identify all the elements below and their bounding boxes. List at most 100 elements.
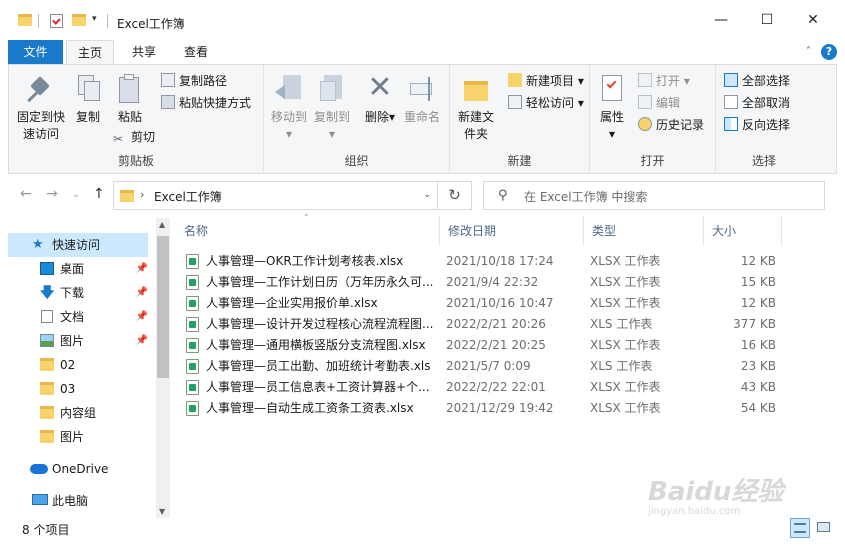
- move-to-icon: [273, 73, 305, 105]
- maximize-button[interactable]: ☐: [744, 8, 790, 32]
- column-header-date[interactable]: 修改日期: [440, 216, 584, 246]
- file-row[interactable]: 人事管理—设计开发过程核心流程流程图... 2022/2/21 20:26 XL…: [182, 314, 782, 335]
- new-item-button[interactable]: 新建项目 ▾: [508, 71, 584, 91]
- file-type: XLSX 工作表: [590, 296, 661, 310]
- nav-label: 桌面: [60, 262, 85, 276]
- nav-item-pictures-folder[interactable]: 图片: [8, 425, 148, 449]
- new-folder-button[interactable]: 新建文件夹: [454, 73, 498, 143]
- file-row[interactable]: 人事管理—员工信息表+工资计算器+个... 2022/2/22 22:01 XL…: [182, 377, 782, 398]
- close-button[interactable]: ✕: [790, 8, 836, 32]
- details-view-button[interactable]: [790, 518, 810, 538]
- column-header-size[interactable]: 大小: [704, 216, 782, 246]
- delete-button[interactable]: ✕ 删除▾: [362, 73, 398, 126]
- nav-item-folder-02[interactable]: 02: [8, 353, 148, 377]
- nav-item-quick-access[interactable]: ★ 快速访问: [8, 233, 148, 257]
- search-box[interactable]: ⚲ 在 Excel工作簿 中搜索: [483, 181, 825, 210]
- help-icon[interactable]: ?: [821, 44, 837, 60]
- folder-icon: [40, 406, 54, 419]
- properties-button[interactable]: 属性 ▾: [594, 73, 630, 143]
- customize-quick-access-icon[interactable]: ▾: [92, 14, 97, 24]
- scroll-down-icon[interactable]: ▼: [159, 507, 165, 516]
- cut-button[interactable]: ✂ 剪切: [113, 127, 155, 147]
- file-list: ˄ 名称 修改日期 类型 大小 人事管理—OKR工作计划考核表.xlsx 202…: [170, 214, 837, 518]
- excel-file-icon: [186, 401, 199, 416]
- nav-item-content-group[interactable]: 内容组: [8, 401, 148, 425]
- select-none-button[interactable]: 全部取消: [724, 93, 790, 113]
- move-to-button[interactable]: 移动到▾: [269, 73, 309, 143]
- paste-icon: [114, 73, 146, 105]
- nav-item-onedrive[interactable]: OneDrive: [8, 457, 148, 481]
- new-group: 新建文件夹 新建项目 ▾ 轻松访问 ▾ 新建: [450, 65, 590, 173]
- nav-item-pictures[interactable]: 图片 📌: [8, 329, 148, 353]
- history-button[interactable]: 历史记录: [638, 115, 704, 135]
- select-all-button[interactable]: 全部选择: [724, 71, 790, 91]
- pin-icon: [25, 73, 57, 105]
- file-row[interactable]: 人事管理—企业实用报价单.xlsx 2021/10/16 10:47 XLSX …: [182, 293, 782, 314]
- large-icons-view-icon: [817, 522, 830, 532]
- breadcrumb-current[interactable]: Excel工作簿: [154, 188, 222, 205]
- file-row[interactable]: 人事管理—自动生成工资条工资表.xlsx 2021/12/29 19:42 XL…: [182, 398, 782, 419]
- address-dropdown-icon[interactable]: ⌄: [423, 190, 431, 200]
- large-icons-view-button[interactable]: [814, 518, 834, 538]
- collapse-ribbon-icon[interactable]: ˄: [806, 46, 811, 57]
- pin-quick-access-button[interactable]: 固定到快速访问: [13, 73, 69, 143]
- file-row[interactable]: 人事管理—通用横板竖版分支流程图.xlsx 2022/2/21 20:25 XL…: [182, 335, 782, 356]
- recent-locations-chevron-icon[interactable]: ⌄: [72, 190, 80, 200]
- open-button[interactable]: 打开 ▾: [638, 71, 690, 91]
- pin-icon[interactable]: 📌: [136, 281, 148, 305]
- edit-button[interactable]: 编辑: [638, 93, 680, 113]
- minimize-button[interactable]: —: [698, 8, 744, 32]
- pin-icon[interactable]: 📌: [136, 257, 148, 281]
- nav-item-downloads[interactable]: 🡇 下载 📌: [8, 281, 148, 305]
- file-date: 2021/9/4 22:32: [446, 275, 539, 289]
- tab-view[interactable]: 查看: [172, 40, 220, 64]
- paste-shortcut-button[interactable]: 粘贴快捷方式: [161, 93, 251, 113]
- nav-item-folder-03[interactable]: 03: [8, 377, 148, 401]
- column-header-name[interactable]: 名称: [176, 216, 440, 246]
- item-count: 8 个项目: [22, 523, 70, 537]
- file-row[interactable]: 人事管理—工作计划日历（万年历永久可... 2021/9/4 22:32 XLS…: [182, 272, 782, 293]
- copy-path-button[interactable]: 复制路径: [161, 71, 227, 91]
- nav-item-documents[interactable]: 文档 📌: [8, 305, 148, 329]
- excel-file-icon: [186, 254, 199, 269]
- up-arrow-icon[interactable]: ↑: [93, 186, 105, 202]
- column-header-type[interactable]: 类型: [584, 216, 704, 246]
- scroll-up-icon[interactable]: ▲: [159, 220, 165, 229]
- folder-icon: [40, 430, 54, 443]
- status-bar: 8 个项目: [0, 518, 845, 540]
- new-folder-quick-icon[interactable]: [72, 14, 86, 26]
- file-date: 2022/2/21 20:26: [446, 317, 546, 331]
- pin-icon[interactable]: 📌: [136, 329, 148, 353]
- tab-share[interactable]: 共享: [120, 40, 168, 64]
- pin-icon[interactable]: 📌: [136, 305, 148, 329]
- file-row[interactable]: 人事管理—OKR工作计划考核表.xlsx 2021/10/18 17:24 XL…: [182, 251, 782, 272]
- properties-quick-icon[interactable]: [50, 14, 63, 28]
- file-type: XLS 工作表: [590, 317, 653, 331]
- excel-file-icon: [186, 380, 199, 395]
- paste-shortcut-icon: [161, 95, 175, 109]
- easy-access-button[interactable]: 轻松访问 ▾: [508, 93, 584, 113]
- tab-home[interactable]: 主页: [66, 40, 114, 64]
- paste-button[interactable]: 粘贴: [113, 73, 147, 126]
- tab-file[interactable]: 文件: [8, 40, 63, 64]
- forward-arrow-icon[interactable]: →: [46, 186, 58, 202]
- copy-button[interactable]: 复制: [71, 73, 105, 126]
- folder-icon: [40, 358, 54, 371]
- nav-scrollbar-thumb[interactable]: [157, 236, 169, 378]
- nav-scrollbar[interactable]: ▲ ▼: [156, 218, 170, 518]
- address-bar[interactable]: › Excel工作簿 ⌄: [113, 181, 438, 210]
- invert-selection-button[interactable]: 反向选择: [724, 115, 790, 135]
- nav-item-desktop[interactable]: 桌面 📌: [8, 257, 148, 281]
- copy-to-button[interactable]: 复制到▾: [312, 73, 352, 143]
- excel-file-icon: [186, 296, 199, 311]
- file-type: XLSX 工作表: [590, 380, 661, 394]
- rename-button[interactable]: 重命名: [400, 73, 444, 126]
- back-arrow-icon[interactable]: ←: [20, 186, 32, 202]
- download-icon: 🡇: [40, 285, 55, 301]
- file-row[interactable]: 人事管理—员工出勤、加班统计考勤表.xls 2021/5/7 0:09 XLS …: [182, 356, 782, 377]
- new-group-label: 新建: [507, 154, 532, 168]
- refresh-button[interactable]: ↻: [438, 181, 472, 210]
- nav-item-this-pc[interactable]: 此电脑: [8, 489, 148, 513]
- file-size: 23 KB: [740, 359, 776, 373]
- select-none-label: 全部取消: [742, 96, 791, 110]
